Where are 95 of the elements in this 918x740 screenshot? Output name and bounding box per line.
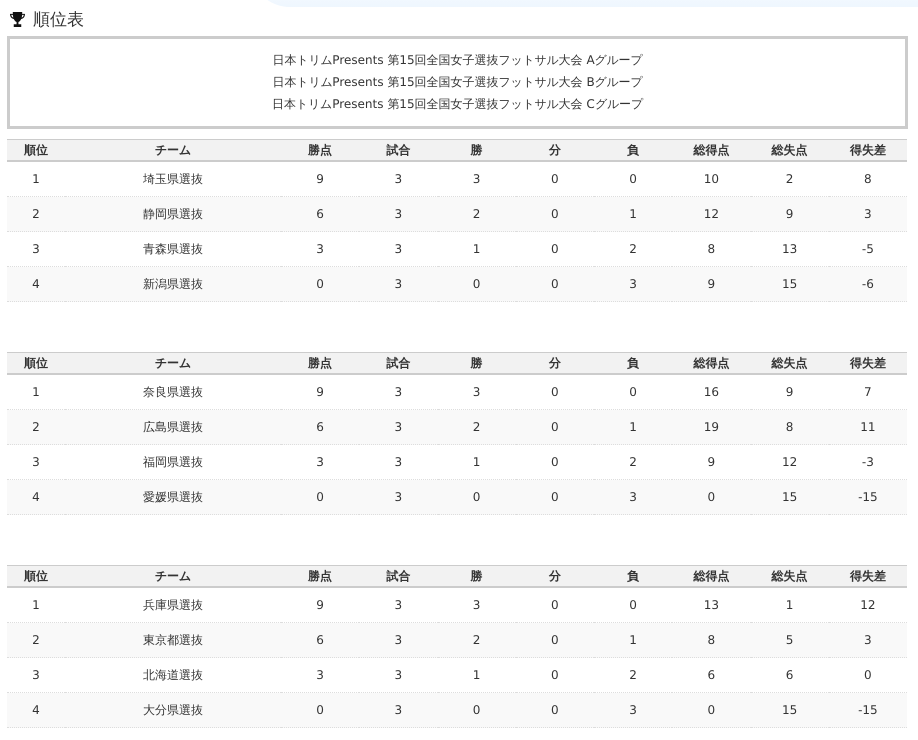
- column-header: 分: [516, 566, 594, 587]
- column-header: 試合: [359, 140, 438, 161]
- table-cell: 3: [594, 266, 672, 302]
- table-cell: 2: [7, 196, 65, 232]
- table-cell: 3: [359, 196, 438, 232]
- table-cell: 広島県選抜: [65, 410, 281, 444]
- table-cell: 4: [7, 266, 65, 302]
- table-cell: 東京都選抜: [65, 622, 281, 658]
- column-header: 得失差: [828, 352, 907, 374]
- column-header: 総得点: [672, 352, 750, 374]
- table-cell: 8: [750, 410, 829, 444]
- table-cell: 0: [281, 480, 360, 514]
- column-header: 総得点: [672, 140, 750, 161]
- table-cell: 4: [7, 692, 65, 728]
- column-header: 順位: [7, 140, 65, 161]
- column-header: 試合: [359, 352, 438, 374]
- table-cell: 6: [281, 196, 360, 232]
- table-cell: 0: [516, 692, 594, 728]
- table-cell: 5: [750, 622, 829, 658]
- column-header: 順位: [7, 352, 65, 374]
- table-cell: 12: [672, 196, 750, 232]
- table-cell: 愛媛県選抜: [65, 480, 281, 514]
- table-cell: 19: [672, 410, 750, 444]
- column-header: 総得点: [672, 566, 750, 587]
- table-cell: 0: [438, 266, 516, 302]
- column-header: 負: [594, 352, 672, 374]
- table-cell: 新潟県選抜: [65, 266, 281, 302]
- column-header: 総失点: [750, 352, 829, 374]
- table-cell: 9: [672, 266, 750, 302]
- table-cell: 11: [828, 410, 907, 444]
- table-cell: 3: [828, 622, 907, 658]
- table-cell: 2: [438, 196, 516, 232]
- group-link[interactable]: 日本トリムPresents 第15回全国女子選抜フットサル大会 Bグループ: [272, 73, 643, 91]
- column-header: 勝点: [281, 352, 360, 374]
- table-cell: 3: [359, 692, 438, 728]
- table-cell: 3: [359, 480, 438, 514]
- column-header: 勝: [438, 566, 516, 587]
- column-header: 分: [516, 140, 594, 161]
- group-link[interactable]: 日本トリムPresents 第15回全国女子選抜フットサル大会 Aグループ: [272, 51, 643, 69]
- table-cell: 3: [359, 410, 438, 444]
- table-cell: 8: [672, 622, 750, 658]
- table-cell: 大分県選抜: [65, 692, 281, 728]
- column-header: 負: [594, 566, 672, 587]
- table-cell: 1: [594, 196, 672, 232]
- table-cell: 0: [438, 692, 516, 728]
- table-cell: 3: [359, 266, 438, 302]
- table-cell: 2: [438, 622, 516, 658]
- group-link[interactable]: 日本トリムPresents 第15回全国女子選抜フットサル大会 Cグループ: [272, 95, 643, 113]
- table-cell: 0: [672, 480, 750, 514]
- table-cell: 3: [594, 692, 672, 728]
- table-cell: 3: [594, 480, 672, 514]
- table-cell: 0: [281, 692, 360, 728]
- column-header: 得失差: [828, 140, 907, 161]
- column-header: 得失差: [828, 566, 907, 587]
- table-cell: 3: [359, 622, 438, 658]
- table-cell: -15: [828, 480, 907, 514]
- table-cell: 0: [516, 480, 594, 514]
- column-header: 勝: [438, 352, 516, 374]
- table-cell: -6: [828, 266, 907, 302]
- table-cell: 0: [281, 266, 360, 302]
- column-header: チーム: [65, 140, 281, 161]
- table-cell: 15: [750, 266, 829, 302]
- table-cell: 2: [7, 622, 65, 658]
- column-header: 分: [516, 352, 594, 374]
- table-cell: 15: [750, 480, 829, 514]
- table-cell: 0: [516, 196, 594, 232]
- table-cell: 2: [438, 410, 516, 444]
- table-cell: 4: [7, 480, 65, 514]
- column-header: 試合: [359, 566, 438, 587]
- table-cell: 0: [516, 266, 594, 302]
- table-cell: 0: [516, 622, 594, 658]
- table-cell: 静岡県選抜: [65, 196, 281, 232]
- table-cell: 9: [750, 196, 829, 232]
- column-header: 順位: [7, 566, 65, 587]
- column-header: チーム: [65, 566, 281, 587]
- column-header: 勝点: [281, 140, 360, 161]
- table-cell: 6: [281, 622, 360, 658]
- table-cell: 0: [672, 692, 750, 728]
- column-header: 勝点: [281, 566, 360, 587]
- column-header: 勝: [438, 140, 516, 161]
- table-cell: 1: [594, 410, 672, 444]
- column-header: 負: [594, 140, 672, 161]
- table-cell: 2: [7, 410, 65, 444]
- table-cell: 0: [516, 410, 594, 444]
- table-cell: 3: [828, 196, 907, 232]
- page-title: 順位表: [33, 8, 84, 30]
- table-cell: -15: [828, 692, 907, 728]
- table-cell: 0: [438, 480, 516, 514]
- column-header: チーム: [65, 352, 281, 374]
- table-cell: 1: [594, 622, 672, 658]
- column-header: 総失点: [750, 566, 829, 587]
- table-cell: 6: [281, 410, 360, 444]
- table-cell: 15: [750, 692, 829, 728]
- trophy-icon: [10, 10, 25, 28]
- column-header: 総失点: [750, 140, 829, 161]
